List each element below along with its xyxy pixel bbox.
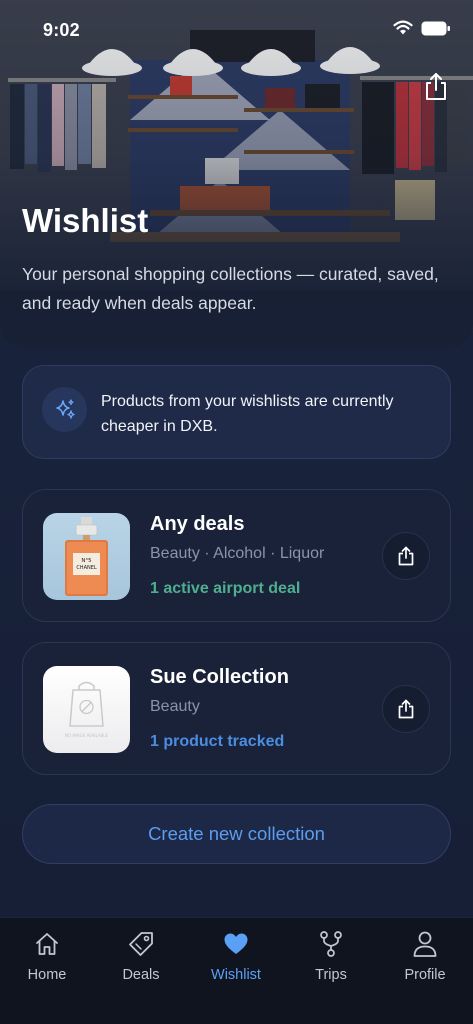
status-icons bbox=[393, 20, 451, 36]
collection-card[interactable]: N°5 CHANEL Any deals Beauty · Alcohol · … bbox=[22, 489, 451, 622]
collection-card[interactable]: NO IMAGE AVAILABLE Sue Collection Beauty… bbox=[22, 642, 451, 775]
no-image-text: NO IMAGE AVAILABLE bbox=[65, 733, 109, 738]
collection-thumbnail: NO IMAGE AVAILABLE bbox=[43, 666, 130, 753]
status-bar: 9:02 bbox=[0, 0, 473, 54]
info-banner-text: Products from your wishlists are current… bbox=[101, 393, 394, 435]
route-icon bbox=[320, 931, 342, 957]
tab-bar: Home Deals Wishlist Trips Profile bbox=[0, 917, 473, 1024]
tab-trips[interactable]: Trips bbox=[291, 930, 371, 990]
share-collection-button[interactable] bbox=[382, 685, 430, 733]
perfume-label-brand: CHANEL bbox=[76, 565, 97, 571]
page-title: Wishlist bbox=[22, 202, 149, 239]
heart-icon bbox=[224, 933, 248, 954]
tab-label: Profile bbox=[404, 967, 446, 983]
perfume-bottle-image: N°5 CHANEL bbox=[65, 517, 108, 596]
tab-label: Trips bbox=[315, 967, 347, 983]
tag-icon bbox=[129, 932, 153, 956]
collection-title: Sue Collection bbox=[150, 666, 289, 688]
collection-status: 1 active airport deal bbox=[150, 580, 301, 597]
collection-categories: Beauty · Alcohol · Liquor bbox=[150, 545, 325, 562]
info-icon-wrap bbox=[42, 387, 87, 432]
collection-categories: Beauty bbox=[150, 698, 200, 715]
tab-deals[interactable]: Deals bbox=[101, 930, 181, 990]
share-wishlist-button[interactable] bbox=[423, 72, 449, 102]
collection-title: Any deals bbox=[150, 513, 245, 535]
home-icon bbox=[36, 933, 58, 955]
tab-label: Home bbox=[27, 967, 67, 983]
tab-home[interactable]: Home bbox=[7, 930, 87, 990]
battery-icon bbox=[421, 21, 450, 35]
sparkles-icon bbox=[55, 398, 75, 419]
tab-wishlist[interactable]: Wishlist bbox=[196, 930, 276, 990]
share-icon bbox=[398, 546, 414, 566]
tab-profile[interactable]: Profile bbox=[385, 930, 465, 990]
deals-info-banner[interactable]: Products from your wishlists are current… bbox=[22, 365, 451, 459]
person-icon bbox=[413, 931, 437, 957]
page-subtitle: Your personal shopping collections — cur… bbox=[22, 264, 439, 313]
wishlist-screen: 9:02 Wishlist Your personal shopping col… bbox=[0, 0, 473, 1024]
no-image-placeholder-icon: NO IMAGE AVAILABLE bbox=[65, 681, 109, 738]
collection-thumbnail: N°5 CHANEL bbox=[43, 513, 130, 600]
status-time: 9:02 bbox=[43, 20, 80, 40]
hero-header: 9:02 Wishlist Your personal shopping col… bbox=[0, 0, 473, 348]
share-icon bbox=[398, 699, 414, 719]
tab-label: Wishlist bbox=[211, 967, 261, 983]
wifi-icon bbox=[393, 20, 413, 35]
share-collection-button[interactable] bbox=[382, 532, 430, 580]
perfume-label-number: N°5 bbox=[81, 558, 92, 564]
share-icon bbox=[426, 73, 446, 100]
create-collection-button[interactable]: Create new collection bbox=[22, 804, 451, 864]
tab-label: Deals bbox=[122, 967, 160, 983]
collection-status: 1 product tracked bbox=[150, 733, 285, 750]
